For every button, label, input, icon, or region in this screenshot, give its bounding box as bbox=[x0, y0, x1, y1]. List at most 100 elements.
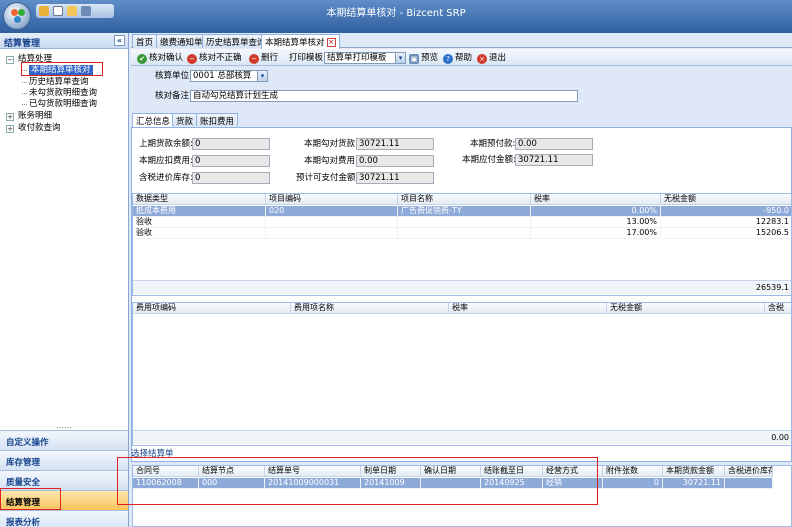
column-header[interactable]: 项目名称 bbox=[398, 194, 531, 204]
accordion-item[interactable]: 库存管理 bbox=[0, 450, 128, 470]
unit-select[interactable]: 0001 总部核算 ▾ bbox=[190, 70, 268, 82]
column-header[interactable]: 结算节点 bbox=[199, 466, 265, 476]
column-header[interactable]: 附件张数 bbox=[603, 466, 663, 476]
column-header[interactable]: 制单日期 bbox=[361, 466, 421, 476]
column-header[interactable]: 含税进价库存 bbox=[725, 466, 773, 476]
preview-label: 预览 bbox=[421, 53, 439, 63]
tab[interactable]: 历史结算单查询 bbox=[202, 34, 270, 48]
table-row[interactable]: 110062008 000 20141009000031 20141009 201409… bbox=[133, 478, 773, 489]
window-title: 本期结算单核对 - Bizcent SRP bbox=[326, 8, 466, 19]
tree-item[interactable]: 收付款查询 bbox=[18, 123, 61, 134]
toolbar: ✔ 核对确认 − 核对不正确 − 删行 打印模板 结算单打印模板 ▾ ▣ 预览 ? 帮助 ×… bbox=[131, 49, 792, 66]
help-icon: ? bbox=[443, 54, 453, 64]
accordion-item[interactable]: 自定义操作 bbox=[0, 430, 128, 450]
fee-grid: 费用项编码 费用项名称 税率 无税金额 含税 0.00 bbox=[132, 302, 792, 446]
table-cell: 验收 bbox=[133, 228, 266, 238]
column-header[interactable]: 无税金额 bbox=[661, 194, 791, 204]
should-pay-field: 30721.11 bbox=[515, 154, 593, 166]
tree-item[interactable]: 账务明细 bbox=[18, 111, 52, 122]
tree-connector bbox=[22, 82, 27, 83]
tab[interactable]: 本期结算单核对 × bbox=[261, 34, 340, 49]
table-cell: 30721.11 bbox=[663, 478, 725, 488]
tree-item-label: 历史结算单查询 bbox=[29, 77, 89, 87]
grid-total-row: 0.00 bbox=[133, 430, 791, 444]
table-cell: 广告费促销费-TY bbox=[398, 206, 531, 216]
tab-label: 缴费通知单 bbox=[160, 38, 203, 48]
inner-tab[interactable]: 汇总信息 bbox=[132, 113, 175, 127]
help-button[interactable]: ? 帮助 bbox=[443, 52, 472, 64]
table-cell bbox=[725, 478, 773, 488]
accordion-item[interactable]: 报表分析 bbox=[0, 510, 128, 527]
prev-fee-field: 0 bbox=[192, 155, 270, 167]
table-cell bbox=[266, 228, 398, 238]
tree-item[interactable]: 结算处理 bbox=[18, 54, 52, 65]
column-header[interactable]: 经营方式 bbox=[543, 466, 603, 476]
confirm-label: 核对确认 bbox=[149, 53, 184, 63]
column-header[interactable]: 合同号 bbox=[133, 466, 199, 476]
tab-label: 本期结算单核对 bbox=[265, 38, 325, 48]
unit-label: 核算单位: bbox=[155, 71, 192, 81]
tree-toggle-icon[interactable]: − bbox=[6, 56, 14, 64]
column-header[interactable]: 无税金额 bbox=[607, 303, 765, 313]
column-header[interactable]: 费用项名称 bbox=[291, 303, 449, 313]
print-template-select[interactable]: 结算单打印模板 ▾ bbox=[324, 52, 406, 64]
column-header[interactable]: 费用项编码 bbox=[133, 303, 291, 313]
column-header[interactable]: 税率 bbox=[449, 303, 607, 313]
column-header[interactable]: 结算单号 bbox=[265, 466, 361, 476]
tree-item[interactable]: 历史结算单查询 bbox=[29, 77, 89, 88]
close-icon[interactable]: × bbox=[326, 38, 336, 47]
tree-item-label: 账务明细 bbox=[18, 111, 53, 121]
exit-label: 退出 bbox=[489, 53, 507, 63]
matched-goods-label: 本期勾对货款: bbox=[304, 139, 358, 149]
chevron-down-icon: ▾ bbox=[395, 53, 405, 63]
grid-header: 数据类型 项目编码 项目名称 税率 无税金额 bbox=[133, 194, 791, 205]
splitter-grip[interactable]: ...... bbox=[0, 421, 128, 430]
stock-label: 含税进价库存: bbox=[139, 173, 193, 183]
tree-item[interactable]: 未勾货款明细查询 bbox=[29, 88, 97, 99]
table-row[interactable]: 验收 17.00% 15206.5 bbox=[133, 228, 791, 239]
table-cell bbox=[266, 217, 398, 227]
tab[interactable]: 首页 bbox=[132, 34, 158, 48]
left-navigation-panel: 结算管理 « 结算处理 − 本期结算单核对 历史结算单查询 未勾货款明细查询 已勾货款明细… bbox=[0, 33, 129, 527]
table-row[interactable]: 抵成本费用 020 广告费促销费-TY 0.00% -950.0 bbox=[133, 206, 791, 217]
column-header[interactable]: 含税 bbox=[765, 303, 791, 313]
incorrect-button[interactable]: − 核对不正确 bbox=[187, 52, 242, 64]
unit-value: 0001 总部核算 bbox=[193, 71, 252, 81]
accordion-item[interactable]: 质量安全 bbox=[0, 470, 128, 490]
table-cell bbox=[421, 478, 481, 488]
table-cell: 13.00% bbox=[531, 217, 661, 227]
inner-tab[interactable]: 账扣费用 bbox=[196, 113, 239, 127]
should-pay-label: 本期应付金额: bbox=[462, 155, 516, 165]
tab[interactable]: 缴费通知单 bbox=[156, 34, 207, 48]
column-header[interactable]: 本期货款金额 bbox=[663, 466, 725, 476]
column-header[interactable]: 结账截至日 bbox=[481, 466, 543, 476]
inner-tab[interactable]: 货款 bbox=[172, 113, 198, 127]
tree-item-label: 收付款查询 bbox=[18, 123, 61, 133]
column-header[interactable]: 确认日期 bbox=[421, 466, 481, 476]
column-header[interactable]: 税率 bbox=[531, 194, 661, 204]
tree-toggle-icon[interactable]: + bbox=[6, 113, 14, 121]
remark-input[interactable]: 自动勾兑结算计划生成 bbox=[190, 90, 578, 102]
tree-toggle-icon[interactable]: + bbox=[6, 125, 14, 133]
tree-item[interactable]: 已勾货款明细查询 bbox=[29, 99, 97, 110]
confirm-button[interactable]: ✔ 核对确认 bbox=[137, 52, 183, 64]
prepaid-field: 0.00 bbox=[515, 138, 593, 150]
table-cell: -950.0 bbox=[661, 206, 791, 216]
column-header[interactable]: 项目编码 bbox=[266, 194, 398, 204]
tree-item[interactable]: 本期结算单核对 bbox=[29, 65, 93, 76]
grid-total-value: 0.00 bbox=[771, 433, 789, 442]
table-cell: 0.00% bbox=[531, 206, 661, 216]
tree-item-label: 已勾货款明细查询 bbox=[29, 99, 98, 109]
accordion-item[interactable]: 结算管理 bbox=[0, 490, 128, 510]
collapse-panel-button[interactable]: « bbox=[114, 35, 125, 46]
table-cell: 20141009000031 bbox=[265, 478, 361, 488]
table-cell: 110062008 bbox=[133, 478, 199, 488]
delete-row-button[interactable]: − 删行 bbox=[249, 52, 278, 64]
exit-button[interactable]: × 退出 bbox=[477, 52, 506, 64]
settlement-select-grid: 合同号 结算节点 结算单号 制单日期 确认日期 结账截至日 经营方式 附件张数 本期货款金额 含税… bbox=[132, 465, 792, 527]
table-row[interactable]: 验收 13.00% 12283.1 bbox=[133, 217, 791, 228]
tab-strip: 首页 缴费通知单 历史结算单查询 本期结算单核对 × bbox=[131, 33, 792, 49]
preview-icon: ▣ bbox=[409, 54, 419, 64]
column-header[interactable]: 数据类型 bbox=[133, 194, 266, 204]
preview-button[interactable]: ▣ 预览 bbox=[409, 52, 438, 64]
